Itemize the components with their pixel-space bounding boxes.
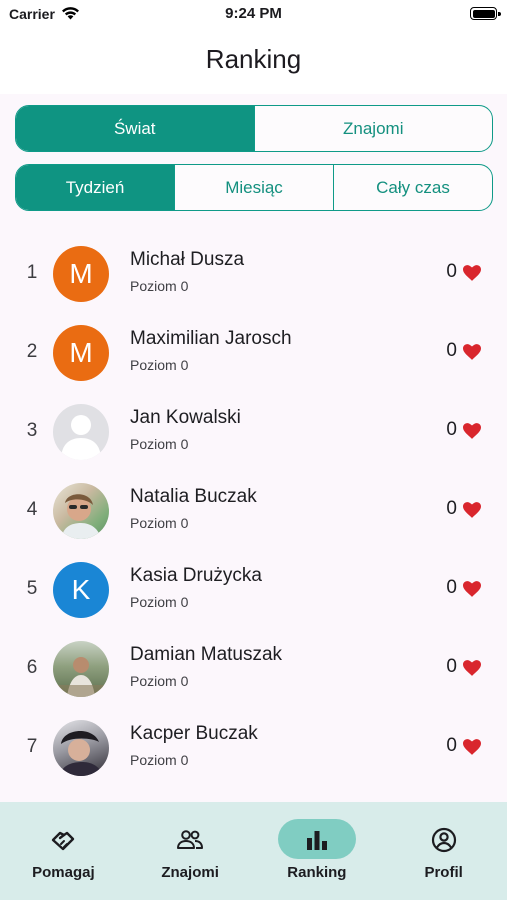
status-time: 9:24 PM <box>225 5 282 22</box>
user-name: Kasia Drużycka <box>130 565 262 586</box>
user-level: Poziom 0 <box>130 436 189 452</box>
rank-number: 4 <box>26 499 38 520</box>
score-value: 0 <box>446 261 457 282</box>
nav-item-profil[interactable]: Profil <box>380 802 507 900</box>
heart-icon <box>463 265 481 281</box>
ranking-row[interactable]: 5 K Kasia Drużycka Poziom 0 0 <box>0 550 507 629</box>
avatar: K <box>53 562 109 618</box>
user-level: Poziom 0 <box>130 594 189 610</box>
ranking-row[interactable]: 1 M Michał Dusza Poziom 0 0 <box>0 234 507 313</box>
nav-label: Ranking <box>287 864 347 881</box>
score-value: 0 <box>446 340 457 361</box>
score-value: 0 <box>446 498 457 519</box>
ranking-content[interactable]: Świat Znajomi Tydzień Miesiąc Cały czas … <box>0 94 507 802</box>
user-name: Jan Kowalski <box>130 407 241 428</box>
score-value: 0 <box>446 419 457 440</box>
nav-label: Pomagaj <box>32 864 95 881</box>
user-name: Damian Matuszak <box>130 644 283 665</box>
account-circle-icon <box>431 827 456 853</box>
nav-item-ranking[interactable]: Ranking <box>254 802 381 900</box>
rank-number: 7 <box>26 736 38 757</box>
ranking-row[interactable]: 2 M Maximilian Jarosch Poziom 0 0 <box>0 313 507 392</box>
nav-item-znajomi[interactable]: Znajomi <box>127 802 254 900</box>
tab-caly-czas[interactable]: Cały czas <box>333 165 492 210</box>
rank-number: 6 <box>26 657 38 678</box>
avatar: M <box>53 325 109 381</box>
nav-item-pomagaj[interactable]: Pomagaj <box>0 802 127 900</box>
ranking-row[interactable]: 6 Damian Matuszak Poziom 0 0 <box>0 629 507 708</box>
heart-icon <box>463 423 481 439</box>
tab-znajomi[interactable]: Znajomi <box>253 106 493 151</box>
status-bar: Carrier 9:24 PM <box>0 0 507 30</box>
tab-swiat[interactable]: Świat <box>16 106 254 151</box>
score-value: 0 <box>446 656 457 677</box>
rank-number: 1 <box>26 262 38 283</box>
user-name: Michał Dusza <box>130 249 245 270</box>
rank-number: 5 <box>26 578 38 599</box>
heart-icon <box>463 739 481 755</box>
tab-tydzien[interactable]: Tydzień <box>16 165 174 210</box>
scope-segmented-control: Świat Znajomi <box>15 105 493 152</box>
period-segmented-control: Tydzień Miesiąc Cały czas <box>15 164 493 211</box>
heart-icon <box>463 581 481 597</box>
avatar-initial: K <box>71 574 91 605</box>
app-header: Ranking <box>0 30 507 94</box>
user-level: Poziom 0 <box>130 515 189 531</box>
avatar-placeholder-icon <box>53 404 109 460</box>
handshake-icon <box>52 831 75 851</box>
avatar: M <box>53 246 109 302</box>
avatar-photo <box>53 483 109 539</box>
tab-miesiac[interactable]: Miesiąc <box>174 165 333 210</box>
nav-label: Znajomi <box>161 864 219 881</box>
bar-chart-icon <box>306 831 327 850</box>
user-level: Poziom 0 <box>130 278 189 294</box>
bottom-navigation-bar: Pomagaj Znajomi Ranking Profil <box>0 802 507 900</box>
user-level: Poziom 0 <box>130 752 189 768</box>
heart-icon <box>463 660 481 676</box>
nav-label: Profil <box>424 864 463 881</box>
avatar-photo <box>53 720 109 776</box>
user-level: Poziom 0 <box>130 673 189 689</box>
user-name: Kacper Buczak <box>130 723 258 744</box>
rank-number: 2 <box>26 341 38 362</box>
ranking-row[interactable]: 4 Natalia Buczak Poziom 0 0 <box>0 471 507 550</box>
people-icon <box>177 830 204 849</box>
user-name: Natalia Buczak <box>130 486 257 507</box>
heart-icon <box>463 502 481 518</box>
ranking-row[interactable]: 3 Jan Kowalski Poziom 0 0 <box>0 392 507 471</box>
avatar-initial: M <box>69 337 93 368</box>
ranking-row[interactable]: 7 Kacper Buczak Poziom 0 0 <box>0 708 507 787</box>
score-value: 0 <box>446 735 457 756</box>
person-silhouette-icon <box>61 415 101 460</box>
user-name: Maximilian Jarosch <box>130 328 292 349</box>
user-level: Poziom 0 <box>130 357 189 373</box>
score-value: 0 <box>446 577 457 598</box>
heart-icon <box>463 344 481 360</box>
rank-number: 3 <box>26 420 38 441</box>
page-title: Ranking <box>205 44 302 74</box>
avatar-initial: M <box>69 258 93 289</box>
avatar-photo <box>53 641 109 697</box>
battery-icon <box>470 7 501 20</box>
